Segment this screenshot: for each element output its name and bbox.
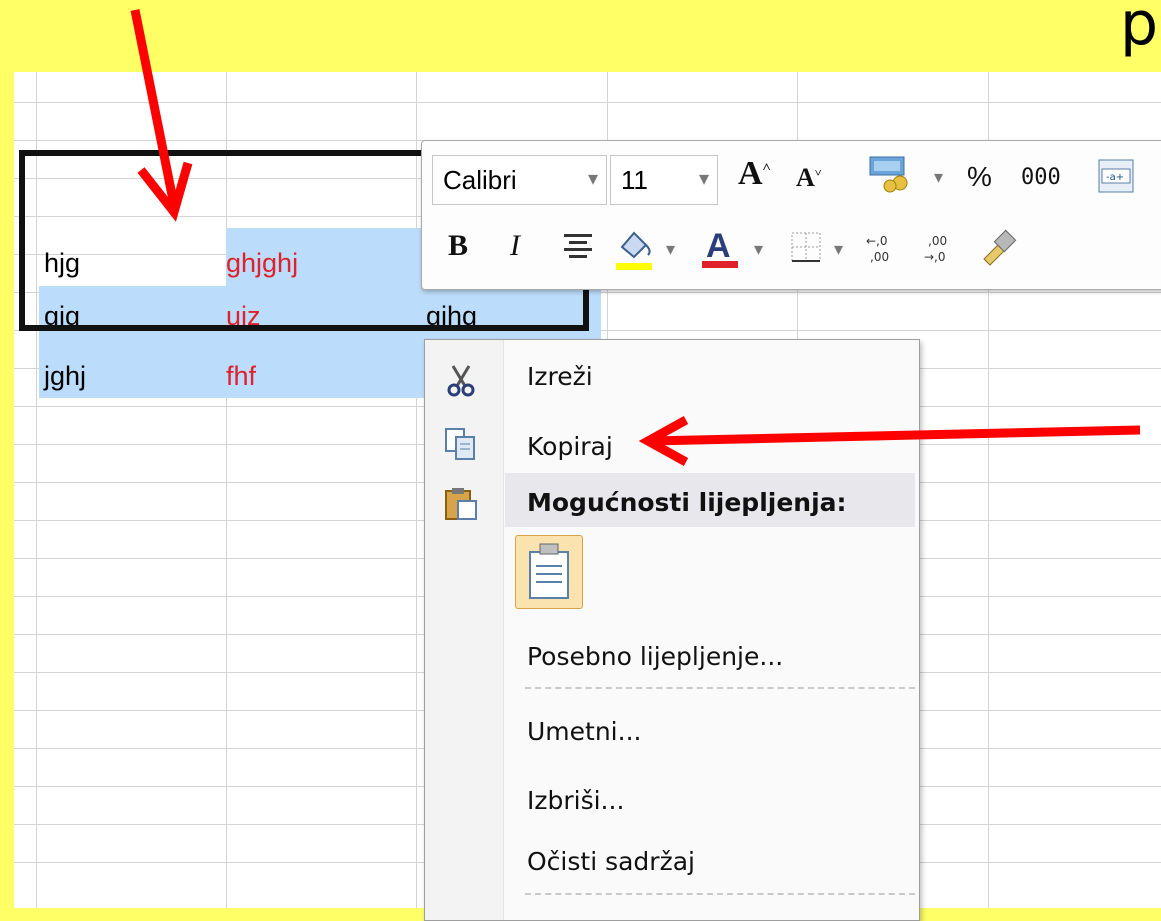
increase-decimal-icon[interactable]: ←,0,00 (864, 231, 904, 265)
chevron-down-icon: ▾ (587, 166, 598, 190)
font-name-combo[interactable]: Calibri ▾ (432, 155, 607, 205)
font-size-value: 11 (621, 165, 648, 195)
cell-a3[interactable]: jghj (44, 361, 86, 392)
chevron-down-icon[interactable]: ▾ (834, 239, 843, 260)
menu-item-copy[interactable]: Kopiraj (527, 432, 613, 461)
svg-text:←,0: ←,0 (866, 234, 888, 248)
svg-text:→,0: →,0 (924, 250, 946, 264)
align-center-icon[interactable] (562, 231, 594, 261)
svg-text:A: A (706, 227, 731, 265)
borders-icon[interactable] (790, 231, 822, 263)
menu-item-paste-special[interactable]: Posebno lijepljenje... (527, 642, 783, 671)
fill-color-icon[interactable] (612, 225, 656, 271)
format-painter-icon[interactable] (978, 227, 1018, 267)
chevron-down-icon[interactable]: ▾ (666, 239, 675, 260)
menu-separator (525, 893, 915, 895)
font-size-combo[interactable]: 11 ▾ (610, 155, 718, 205)
svg-text:-a+: -a+ (1106, 172, 1124, 183)
grid-line (14, 102, 1161, 103)
font-color-icon[interactable]: A (698, 223, 742, 271)
chevron-down-icon[interactable]: ▾ (754, 239, 763, 260)
scissors-icon (443, 362, 479, 398)
decrease-decimal-icon[interactable]: ,00 →,0 (922, 231, 962, 265)
paste-option-button[interactable] (515, 535, 583, 609)
grow-font-icon[interactable]: A˄ (738, 155, 771, 193)
merge-center-icon[interactable]: -a+ (1098, 159, 1134, 193)
font-name-value: Calibri (443, 165, 517, 195)
menu-item-delete[interactable]: Izbriši... (527, 786, 624, 815)
percent-style-button[interactable]: % (967, 161, 992, 193)
copy-icon (443, 426, 479, 462)
paste-options-header: Mogućnosti lijepljenja: (527, 488, 847, 517)
menu-separator (525, 687, 915, 689)
banner: p (0, 0, 1161, 72)
menu-item-cut[interactable]: Izreži (527, 362, 593, 391)
bold-button[interactable]: B (448, 229, 468, 263)
comma-style-button[interactable]: 000 (1021, 165, 1061, 190)
menu-item-insert[interactable]: Umetni... (527, 717, 641, 746)
banner-partial-text: p (1120, 0, 1159, 59)
svg-text:,00: ,00 (870, 250, 889, 264)
italic-button[interactable]: I (510, 229, 520, 263)
chevron-down-icon[interactable]: ▾ (934, 167, 943, 188)
shrink-font-icon[interactable]: A˅ (796, 163, 822, 193)
menu-item-clear-contents[interactable]: Očisti sadržaj (527, 847, 695, 876)
svg-text:,00: ,00 (928, 234, 947, 248)
paste-icon (443, 486, 479, 522)
cell-b3[interactable]: fhf (226, 361, 256, 392)
context-menu: Izreži Kopiraj Mogućnosti lijepljenja: P… (424, 339, 920, 921)
accounting-format-icon[interactable] (868, 155, 912, 193)
chevron-down-icon: ▾ (698, 166, 709, 190)
mini-toolbar: Calibri ▾ 11 ▾ A˄ A˅ ▾ % 000 -a+ B I ▾ A… (421, 140, 1161, 290)
